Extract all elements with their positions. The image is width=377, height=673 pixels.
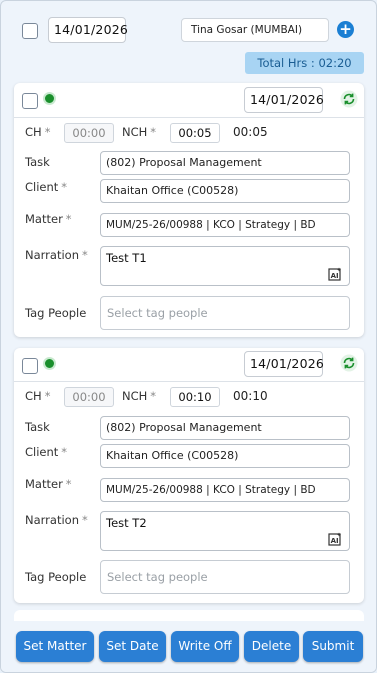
set-matter-button[interactable]: Set Matter [16, 631, 94, 662]
client-field[interactable]: Khaitan Office (C00528) [100, 444, 350, 468]
time-entry-card: 14/01/2026 CH * 00:00 NCH * 00:10 00:10 Ta… [14, 348, 364, 603]
entry-date-field[interactable]: 14/01/2026 [244, 87, 324, 113]
sync-icon[interactable] [340, 90, 358, 108]
select-all-checkbox[interactable] [22, 23, 38, 39]
entry-date-field[interactable]: 14/01/2026 [244, 351, 324, 377]
tag-people-input[interactable]: Select tag people [100, 560, 350, 594]
narration-text: Test T2 [106, 516, 147, 530]
nch-label: NCH * [122, 125, 157, 139]
ai-assist-icon[interactable]: AI [328, 532, 342, 546]
action-bar: Set Matter Set Date Write Off Delete Sub… [1, 621, 376, 672]
task-field[interactable]: (802) Proposal Management [100, 151, 350, 175]
user-selector[interactable]: Tina Gosar (MUMBAI) [181, 18, 329, 42]
narration-label: Narration * [25, 513, 88, 527]
ch-hours-field[interactable]: 00:00 [64, 123, 114, 143]
divider [14, 381, 364, 382]
delete-button[interactable]: Delete [244, 631, 299, 662]
task-label: Task [25, 420, 50, 434]
matter-label: Matter * [25, 212, 72, 226]
matter-label: Matter * [25, 477, 72, 491]
nch-label: NCH * [122, 389, 157, 403]
entry-checkbox[interactable] [22, 93, 38, 109]
svg-text:AI: AI [331, 537, 339, 545]
matter-field[interactable]: MUM/25-26/00988 | KCO | Strategy | BD [100, 213, 350, 237]
client-label: Client * [25, 445, 68, 459]
entry-total-hours: 00:10 [233, 389, 268, 403]
tag-people-label: Tag People [25, 570, 87, 584]
submit-button[interactable]: Submit [303, 631, 363, 662]
client-label: Client * [25, 180, 68, 194]
narration-text: Test T1 [106, 251, 147, 265]
narration-label: Narration * [25, 248, 88, 262]
status-dot-icon [43, 357, 56, 370]
svg-text:AI: AI [331, 272, 339, 280]
total-hours-badge: Total Hrs : 02:20 [245, 52, 364, 74]
timesheet-panel: 14/01/2026 Tina Gosar (MUMBAI) + Total H… [0, 0, 377, 673]
nch-hours-field[interactable]: 00:05 [170, 123, 220, 143]
entry-checkbox[interactable] [22, 358, 38, 374]
narration-field[interactable]: Test T2 AI [100, 511, 350, 551]
header-date-field[interactable]: 14/01/2026 [48, 17, 128, 43]
ch-label: CH * [25, 389, 51, 403]
set-date-button[interactable]: Set Date [99, 631, 166, 662]
task-field[interactable]: (802) Proposal Management [100, 416, 350, 440]
ch-hours-field[interactable]: 00:00 [64, 387, 114, 407]
tag-people-input[interactable]: Select tag people [100, 296, 350, 330]
ai-assist-icon[interactable]: AI [328, 267, 342, 281]
entry-total-hours: 00:05 [233, 125, 268, 139]
matter-field[interactable]: MUM/25-26/00988 | KCO | Strategy | BD [100, 478, 350, 502]
header: 14/01/2026 Tina Gosar (MUMBAI) + Total H… [1, 1, 376, 77]
task-label: Task [25, 155, 50, 169]
sync-icon[interactable] [340, 354, 358, 372]
client-field[interactable]: Khaitan Office (C00528) [100, 179, 350, 203]
status-dot-icon [43, 92, 56, 105]
tag-people-label: Tag People [25, 306, 87, 320]
ch-label: CH * [25, 125, 51, 139]
nch-hours-field[interactable]: 00:10 [170, 387, 220, 407]
plus-circle-icon[interactable]: + [337, 21, 354, 38]
narration-field[interactable]: Test T1 AI [100, 246, 350, 286]
write-off-button[interactable]: Write Off [171, 631, 239, 662]
time-entry-card: 14/01/2026 CH * 00:00 NCH * 00:05 00:05 Ta… [14, 83, 364, 337]
divider [14, 117, 364, 118]
